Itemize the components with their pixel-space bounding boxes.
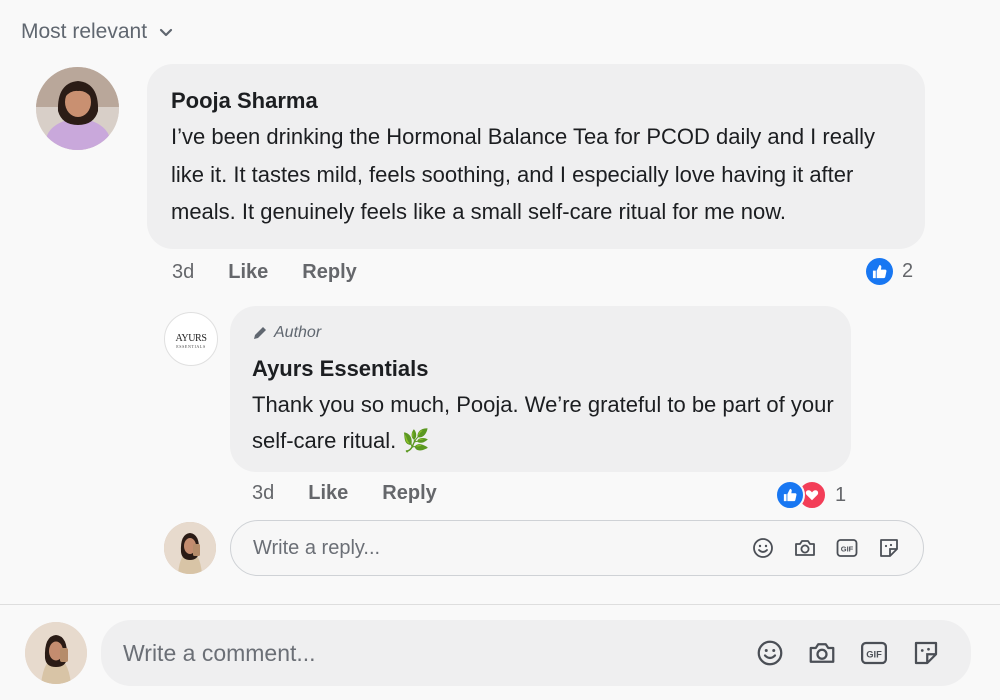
comment-text-line: I’ve been drinking the Hormonal Balance …: [171, 124, 875, 149]
gif-icon[interactable]: GIF: [835, 536, 859, 560]
like-button[interactable]: Like: [308, 482, 348, 505]
avatar[interactable]: [164, 522, 216, 574]
reaction-count: 2: [902, 260, 914, 282]
like-icon: [866, 258, 893, 285]
reply-time[interactable]: 3d: [252, 482, 274, 505]
reply-text-line: self-care ritual. 🌿: [252, 428, 430, 453]
svg-text:AYURS: AYURS: [176, 333, 207, 344]
comment-time[interactable]: 3d: [172, 261, 194, 284]
comment-text-line: like it. It tastes mild, feels soothing,…: [171, 161, 854, 187]
comment-input[interactable]: Write a comment... GIF: [101, 620, 971, 686]
like-button[interactable]: Like: [228, 261, 268, 284]
comment-text: I’ve been drinking the Hormonal Balance …: [171, 118, 916, 231]
sort-dropdown[interactable]: Most relevant: [21, 20, 175, 44]
reply-button[interactable]: Reply: [302, 261, 356, 284]
chevron-down-icon: [159, 28, 173, 37]
reply-reactions[interactable]: 1: [775, 480, 846, 510]
camera-icon[interactable]: [793, 536, 817, 560]
comment-bubble: Pooja Sharma I’ve been drinking the Horm…: [147, 64, 925, 249]
reply-author[interactable]: Ayurs Essentials: [252, 356, 429, 382]
camera-icon[interactable]: [807, 638, 837, 668]
svg-text:GIF: GIF: [866, 649, 882, 659]
comment-input-placeholder: Write a comment...: [123, 639, 316, 666]
reply-input-placeholder: Write a reply...: [253, 536, 381, 559]
comment-reactions[interactable]: 2: [866, 258, 913, 285]
reply-button[interactable]: Reply: [382, 482, 436, 505]
svg-text:GIF: GIF: [841, 545, 854, 554]
author-badge: Author: [252, 324, 321, 342]
reply-bubble: Author Ayurs Essentials Thank you so muc…: [230, 306, 851, 472]
reply-input-icons: GIF: [751, 536, 901, 560]
reply-text: Thank you so much, Pooja. We’re grateful…: [252, 387, 842, 459]
avatar[interactable]: [25, 622, 87, 684]
avatar[interactable]: [36, 67, 119, 150]
divider: [0, 604, 1000, 605]
comment-text-line: meals. It genuinely feels like a small s…: [171, 199, 787, 224]
avatar[interactable]: AYURS ESSENTIALS: [164, 312, 218, 366]
pencil-icon: [254, 327, 266, 339]
reply-text-line: Thank you so much, Pooja. We’re grateful…: [252, 392, 834, 417]
author-badge-label: Author: [274, 324, 322, 341]
like-icon: [775, 480, 805, 510]
reply-input[interactable]: Write a reply... GIF: [230, 520, 924, 576]
sticker-icon[interactable]: [877, 536, 901, 560]
comment-author[interactable]: Pooja Sharma: [171, 88, 318, 114]
emoji-icon[interactable]: [755, 638, 785, 668]
sticker-icon[interactable]: [911, 638, 941, 668]
emoji-icon[interactable]: [751, 536, 775, 560]
gif-icon[interactable]: GIF: [859, 638, 889, 668]
comment-input-icons: GIF: [755, 638, 941, 668]
svg-text:ESSENTIALS: ESSENTIALS: [176, 344, 206, 349]
sort-label: Most relevant: [21, 20, 148, 43]
reply-actions: 3d Like Reply: [252, 482, 437, 505]
comment-actions: 3d Like Reply: [172, 261, 357, 284]
reaction-count: 1: [835, 483, 847, 506]
